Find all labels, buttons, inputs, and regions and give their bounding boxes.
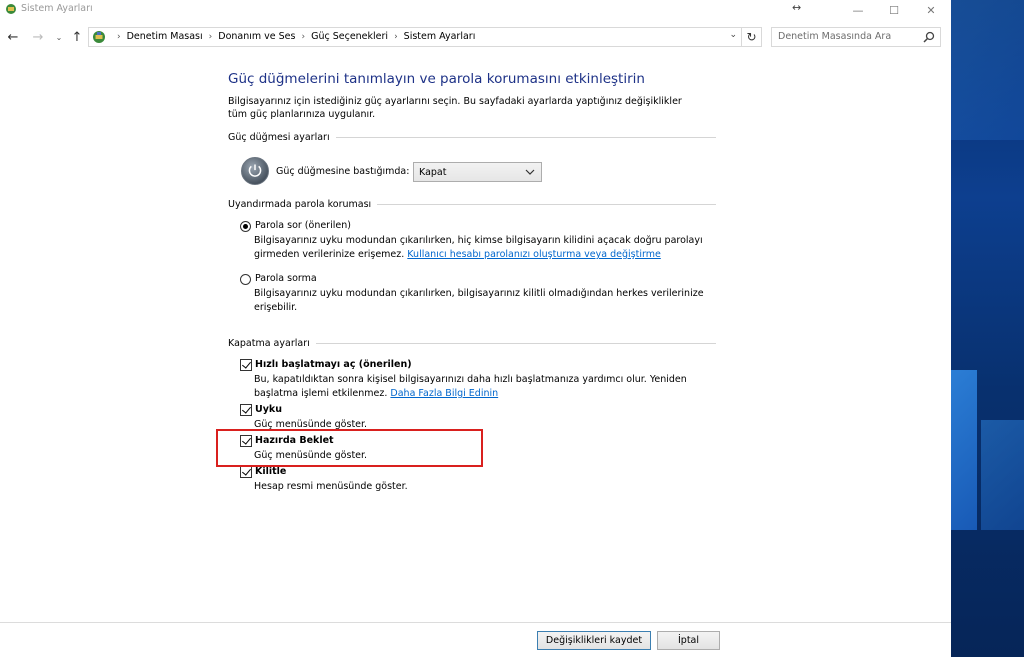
learn-more-link[interactable]: Daha Fazla Bilgi Edinin — [390, 388, 498, 399]
address-bar[interactable]: › Denetim Masası › Donanım ve Ses › Güç … — [88, 27, 742, 47]
maximize-button[interactable]: ☐ — [876, 0, 912, 20]
wallpaper-pane — [951, 0, 1024, 140]
breadcrumb-separator: › — [394, 31, 398, 42]
recent-locations-dropdown[interactable]: ⌄ — [50, 28, 68, 46]
breadcrumb-separator: › — [208, 31, 213, 42]
checkbox-label-fast-startup[interactable]: Hızlı başlatmayı aç (önerilen) — [255, 359, 412, 370]
power-button-icon — [241, 157, 269, 185]
cancel-button[interactable]: İptal — [657, 631, 720, 650]
wallpaper-pane — [951, 370, 977, 530]
forward-button[interactable]: → — [29, 28, 47, 46]
refresh-button[interactable]: ↻ — [742, 27, 762, 47]
breadcrumb-hardware-sound[interactable]: Donanım ve Ses — [218, 31, 295, 42]
option-description: Bilgisayarınız uyku modundan çıkarılırke… — [254, 234, 704, 262]
address-dropdown-icon[interactable]: ⌄ — [729, 30, 737, 40]
minimize-button[interactable]: — — [840, 0, 876, 20]
close-button[interactable]: ✕ — [913, 0, 949, 20]
breadcrumb-power-options[interactable]: Güç Seçenekleri — [311, 31, 388, 42]
checkbox-sleep[interactable] — [240, 404, 252, 416]
select-value: Kapat — [419, 167, 447, 178]
control-panel-icon — [93, 31, 105, 43]
section-title: Kapatma ayarları — [228, 338, 310, 349]
navigation-bar: ← → ⌄ ↑ › Denetim Masası › Donanım ve Se… — [0, 26, 951, 50]
title-bar: Sistem Ayarları ↔ — ☐ ✕ — [0, 0, 951, 20]
highlight-box — [216, 429, 483, 467]
page-description: Bilgisayarınız için istediğiniz güç ayar… — [228, 96, 682, 120]
search-icon[interactable] — [923, 31, 935, 43]
section-header-power-button: Güç düğmesi ayarları — [228, 132, 716, 143]
save-changes-button[interactable]: Değişiklikleri kaydet — [537, 631, 651, 650]
wallpaper-pane — [981, 420, 1024, 530]
power-button-label: Güç düğmesine bastığımda: — [276, 166, 410, 177]
radio-label-require-password[interactable]: Parola sor (önerilen) — [255, 220, 351, 231]
up-button[interactable]: ↑ — [68, 28, 86, 46]
power-button-action-select[interactable]: Kapat — [413, 162, 542, 182]
breadcrumb-separator: › — [117, 31, 121, 42]
back-button[interactable]: ← — [4, 28, 22, 46]
resize-icon: ↔ — [792, 1, 802, 14]
checkbox-fast-startup[interactable] — [240, 359, 252, 371]
divider — [335, 137, 716, 138]
page-title: Güç düğmelerini tanımlayın ve parola kor… — [228, 71, 645, 87]
breadcrumb-system-settings[interactable]: Sistem Ayarları — [404, 31, 476, 42]
option-description: Bu, kapatıldıktan sonra kişisel bilgisay… — [254, 373, 704, 401]
control-panel-icon — [6, 4, 16, 14]
divider — [0, 622, 951, 623]
radio-label-no-password[interactable]: Parola sorma — [255, 273, 317, 284]
desktop-wallpaper — [951, 0, 1024, 657]
checkbox-label-sleep[interactable]: Uyku — [255, 404, 282, 415]
section-title: Uyandırmada parola koruması — [228, 199, 372, 210]
change-password-link[interactable]: Kullanıcı hesabı parolanızı oluşturma ve… — [407, 249, 661, 260]
search-input[interactable]: Denetim Masasında Ara — [771, 27, 941, 47]
chevron-down-icon — [525, 169, 535, 175]
system-settings-window: Sistem Ayarları ↔ — ☐ ✕ ← → ⌄ ↑ › Deneti… — [0, 0, 951, 657]
divider — [315, 343, 716, 344]
radio-no-password[interactable] — [240, 274, 251, 285]
radio-require-password[interactable] — [240, 221, 251, 232]
divider — [377, 204, 716, 205]
breadcrumb: › Denetim Masası › Donanım ve Ses › Güç … — [111, 31, 475, 42]
option-description: Hesap resmi menüsünde göster. — [254, 481, 408, 492]
search-placeholder: Denetim Masasında Ara — [778, 31, 892, 42]
section-title: Güç düğmesi ayarları — [228, 132, 330, 143]
breadcrumb-control-panel[interactable]: Denetim Masası — [127, 31, 203, 42]
section-header-shutdown: Kapatma ayarları — [228, 338, 716, 349]
window-title: Sistem Ayarları — [21, 3, 93, 14]
breadcrumb-separator: › — [301, 31, 306, 42]
checkbox-lock[interactable] — [240, 466, 252, 478]
option-description: Bilgisayarınız uyku modundan çıkarılırke… — [254, 288, 704, 313]
checkbox-label-lock[interactable]: Kilitle — [255, 466, 286, 477]
section-header-wake-password: Uyandırmada parola koruması — [228, 199, 716, 210]
